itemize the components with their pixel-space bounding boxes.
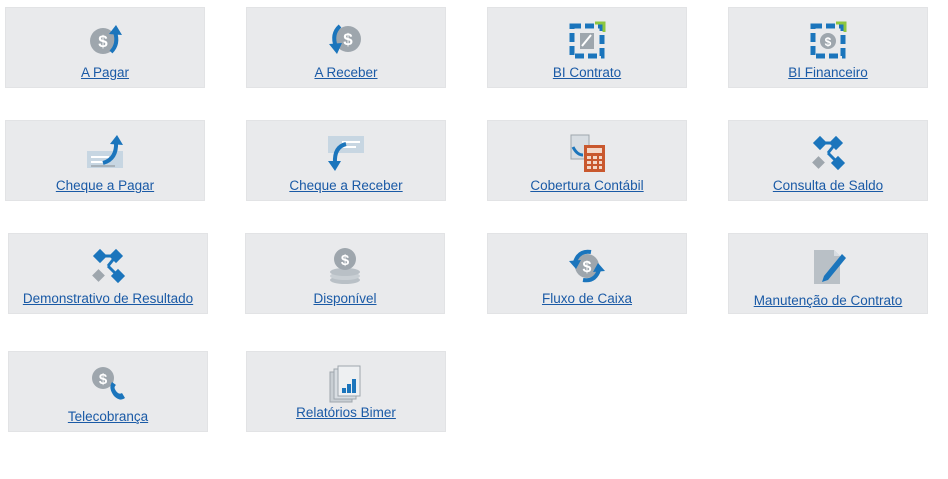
svg-text:$: $ (98, 32, 108, 51)
cheque-arrow-down-icon (326, 133, 366, 173)
tile-label[interactable]: Demonstrativo de Resultado (9, 291, 207, 307)
tile-bi-financeiro[interactable]: $ BI Financeiro (728, 7, 928, 88)
tile-label[interactable]: Cheque a Receber (247, 178, 445, 194)
tile-label[interactable]: Cheque a Pagar (6, 178, 204, 194)
svg-text:$: $ (341, 252, 350, 269)
network-nodes-icon (88, 246, 128, 286)
tile-cheque-a-pagar[interactable]: Cheque a Pagar (5, 120, 205, 201)
tile-manutencao-de-contrato[interactable]: Manutenção de Contrato (728, 233, 928, 314)
tile-disponivel[interactable]: $ Disponível (245, 233, 445, 314)
dollar-arrow-down-icon: $ (326, 20, 366, 60)
tile-label[interactable]: Telecobrança (9, 409, 207, 425)
tile-label[interactable]: Disponível (246, 291, 444, 307)
tile-a-pagar[interactable]: $ A Pagar (5, 7, 205, 88)
svg-text:$: $ (825, 35, 832, 49)
tile-fluxo-de-caixa[interactable]: $ Fluxo de Caixa (487, 233, 687, 314)
tile-label[interactable]: Relatórios Bimer (247, 405, 445, 421)
tile-label[interactable]: Fluxo de Caixa (488, 291, 686, 307)
document-pencil-icon (808, 246, 848, 286)
svg-text:$: $ (99, 371, 108, 388)
coin-stack-icon: $ (325, 246, 365, 286)
dollar-arrow-up-icon: $ (85, 20, 125, 60)
calculator-icon (567, 133, 607, 173)
tile-label[interactable]: BI Financeiro (729, 65, 927, 81)
network-nodes-icon (808, 133, 848, 173)
svg-text:$: $ (343, 30, 353, 49)
reports-icon (326, 364, 366, 404)
tile-label[interactable]: A Receber (247, 65, 445, 81)
tile-relatorios-bimer[interactable]: Relatórios Bimer (246, 351, 446, 432)
cheque-arrow-up-icon (85, 133, 125, 173)
tile-label[interactable]: Manutenção de Contrato (729, 293, 927, 309)
bi-finance-icon: $ (808, 20, 848, 60)
tile-cobertura-contabil[interactable]: Cobertura Contábil (487, 120, 687, 201)
dollar-phone-icon: $ (88, 364, 128, 404)
tile-label[interactable]: A Pagar (6, 65, 204, 81)
tile-demonstrativo-de-resultado[interactable]: Demonstrativo de Resultado (8, 233, 208, 314)
tile-a-receber[interactable]: $ A Receber (246, 7, 446, 88)
dollar-cycle-icon: $ (567, 246, 607, 286)
tile-cheque-a-receber[interactable]: Cheque a Receber (246, 120, 446, 201)
svg-text:$: $ (583, 259, 592, 276)
tile-consulta-de-saldo[interactable]: Consulta de Saldo (728, 120, 928, 201)
bi-contract-icon (567, 20, 607, 60)
tile-bi-contrato[interactable]: BI Contrato (487, 7, 687, 88)
tile-label[interactable]: Consulta de Saldo (729, 178, 927, 194)
tile-telecobranca[interactable]: $ Telecobrança (8, 351, 208, 432)
tile-label[interactable]: Cobertura Contábil (488, 178, 686, 194)
tile-label[interactable]: BI Contrato (488, 65, 686, 81)
